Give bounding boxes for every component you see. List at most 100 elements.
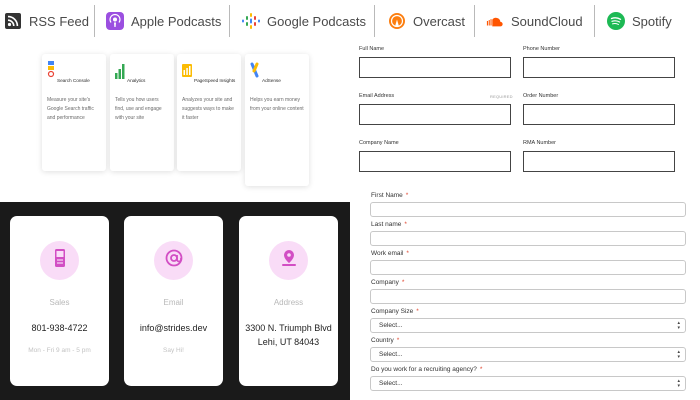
- tool-card-title: Analytics: [127, 79, 146, 84]
- select-arrows-icon: ▴ ▾: [677, 348, 680, 360]
- icon-circle: [269, 241, 308, 280]
- contact-card-email: Email info@strides.dev Say Hi!: [124, 216, 223, 386]
- signup-form: First Name * Last name * Work email * Compa…: [350, 182, 700, 400]
- podcast-link-apple[interactable]: Apple Podcasts: [106, 0, 221, 42]
- tool-card-analytics[interactable]: Analytics Tells you how users find, use …: [110, 54, 174, 171]
- first-name-label: First Name *: [371, 192, 408, 199]
- last-name-field[interactable]: [370, 231, 686, 246]
- apple-podcasts-icon: [106, 12, 124, 30]
- country-label: Country *: [371, 337, 399, 344]
- first-name-field[interactable]: [370, 202, 686, 217]
- required-mark: *: [416, 308, 419, 315]
- podcast-label: Overcast: [413, 13, 466, 29]
- work-email-field[interactable]: [370, 260, 686, 275]
- address-line-2: Lehi, UT 84043: [257, 337, 320, 347]
- phone-number-field[interactable]: [523, 57, 675, 78]
- google-tools-section: Search Console Measure your site's Googl…: [0, 42, 350, 202]
- contact-label: Email: [163, 298, 184, 307]
- company-name-field[interactable]: [359, 151, 511, 172]
- work-email-label: Work email *: [371, 250, 409, 257]
- full-name-label: Full Name: [359, 46, 385, 52]
- icon-circle: [40, 241, 79, 280]
- label-text: Country: [371, 337, 394, 344]
- map-pin-icon: [281, 249, 297, 272]
- select-arrows-icon: ▴ ▾: [677, 377, 680, 389]
- required-note: REQUIRED: [490, 94, 513, 99]
- tool-card-pagespeed-insights[interactable]: PageSpeed Insights Analyzes your site an…: [177, 54, 241, 171]
- divider: [594, 5, 595, 37]
- select-value: Select...: [379, 380, 403, 387]
- contact-note: Say Hi!: [163, 347, 184, 354]
- address-line-1: 3300 N. Triumph Blvd: [245, 323, 332, 333]
- rma-number-field[interactable]: [523, 151, 675, 172]
- required-mark: *: [404, 221, 407, 228]
- soundcloud-icon: [486, 12, 504, 30]
- phone-icon: [54, 249, 66, 272]
- email-address-label: Email Address: [359, 93, 395, 99]
- contact-section: Sales 801-938-4722 Mon - Fri 9 am - 5 pm…: [0, 202, 350, 400]
- podcast-label: Spotify: [632, 13, 672, 29]
- contact-phone[interactable]: 801-938-4722: [10, 321, 109, 335]
- required-mark: *: [479, 366, 483, 373]
- tool-card-description: Helps you earn money from your online co…: [250, 97, 304, 112]
- podcast-links-bar: RSS Feed Apple Podcasts Google Podcasts …: [0, 0, 700, 42]
- required-mark: *: [401, 279, 405, 286]
- rma-number-label: RMA Number: [523, 140, 557, 146]
- divider: [94, 5, 95, 37]
- contact-address[interactable]: 3300 N. Triumph Blvd Lehi, UT 84043: [239, 321, 338, 349]
- tool-card-description: Analyzes your site and suggests ways to …: [182, 97, 234, 121]
- divider: [474, 5, 475, 37]
- tool-card-title: Search Console: [57, 79, 90, 84]
- contact-hours: Mon - Fri 9 am - 5 pm: [28, 347, 91, 354]
- tool-card-title: AdSense: [262, 79, 281, 84]
- contact-card-sales: Sales 801-938-4722 Mon - Fri 9 am - 5 pm: [10, 216, 109, 386]
- contact-card-address: Address 3300 N. Triumph Blvd Lehi, UT 84…: [239, 216, 338, 386]
- adsense-icon: [250, 61, 260, 84]
- recruiting-agency-select[interactable]: Select... ▴ ▾: [370, 376, 686, 391]
- email-address-field[interactable]: [359, 104, 511, 125]
- order-form: Full Name Phone Number Email Address REQ…: [350, 42, 700, 182]
- required-mark: *: [406, 250, 409, 257]
- label-text: Company Size: [371, 308, 414, 315]
- contact-label: Sales: [49, 298, 70, 307]
- tool-card-adsense[interactable]: AdSense Helps you earn money from your o…: [245, 54, 309, 186]
- spotify-icon: [607, 12, 625, 30]
- tool-card-search-console[interactable]: Search Console Measure your site's Googl…: [42, 54, 106, 171]
- podcast-label: Apple Podcasts: [131, 13, 222, 29]
- podcast-link-soundcloud[interactable]: SoundCloud: [486, 0, 583, 42]
- rss-icon: [4, 12, 22, 30]
- company-field[interactable]: [370, 289, 686, 304]
- recruiting-agency-label: Do you work for a recruiting agency? *: [371, 366, 482, 373]
- tool-card-title: PageSpeed Insights: [194, 79, 236, 84]
- podcast-link-spotify[interactable]: Spotify: [607, 0, 672, 42]
- podcast-link-google[interactable]: Google Podcasts: [242, 0, 366, 42]
- order-number-field[interactable]: [523, 104, 675, 125]
- divider: [229, 5, 230, 37]
- analytics-icon: [115, 61, 125, 84]
- required-mark: *: [405, 192, 409, 199]
- podcast-link-rss[interactable]: RSS Feed: [4, 0, 89, 42]
- company-label: Company *: [371, 279, 404, 286]
- label-text: Work email: [371, 250, 404, 257]
- label-text: Company: [371, 279, 399, 286]
- required-mark: *: [396, 337, 400, 344]
- divider: [374, 5, 375, 37]
- overcast-icon: [388, 12, 406, 30]
- podcast-label: RSS Feed: [29, 13, 89, 29]
- select-value: Select...: [379, 351, 403, 358]
- label-text: First Name: [371, 192, 403, 199]
- at-sign-icon: [165, 249, 183, 272]
- last-name-label: Last name *: [371, 221, 407, 228]
- select-arrows-icon: ▴ ▾: [677, 319, 680, 331]
- company-size-label: Company Size *: [371, 308, 419, 315]
- company-size-select[interactable]: Select... ▴ ▾: [370, 318, 686, 333]
- country-select[interactable]: Select... ▴ ▾: [370, 347, 686, 362]
- company-name-label: Company Name: [359, 140, 399, 146]
- tool-card-description: Measure your site's Google Search traffi…: [47, 97, 94, 121]
- full-name-field[interactable]: [359, 57, 511, 78]
- label-text: Last name: [371, 221, 402, 228]
- search-console-icon: [47, 61, 55, 84]
- podcast-link-overcast[interactable]: Overcast: [388, 0, 465, 42]
- podcast-label: Google Podcasts: [267, 13, 367, 29]
- contact-email[interactable]: info@strides.dev: [124, 321, 223, 335]
